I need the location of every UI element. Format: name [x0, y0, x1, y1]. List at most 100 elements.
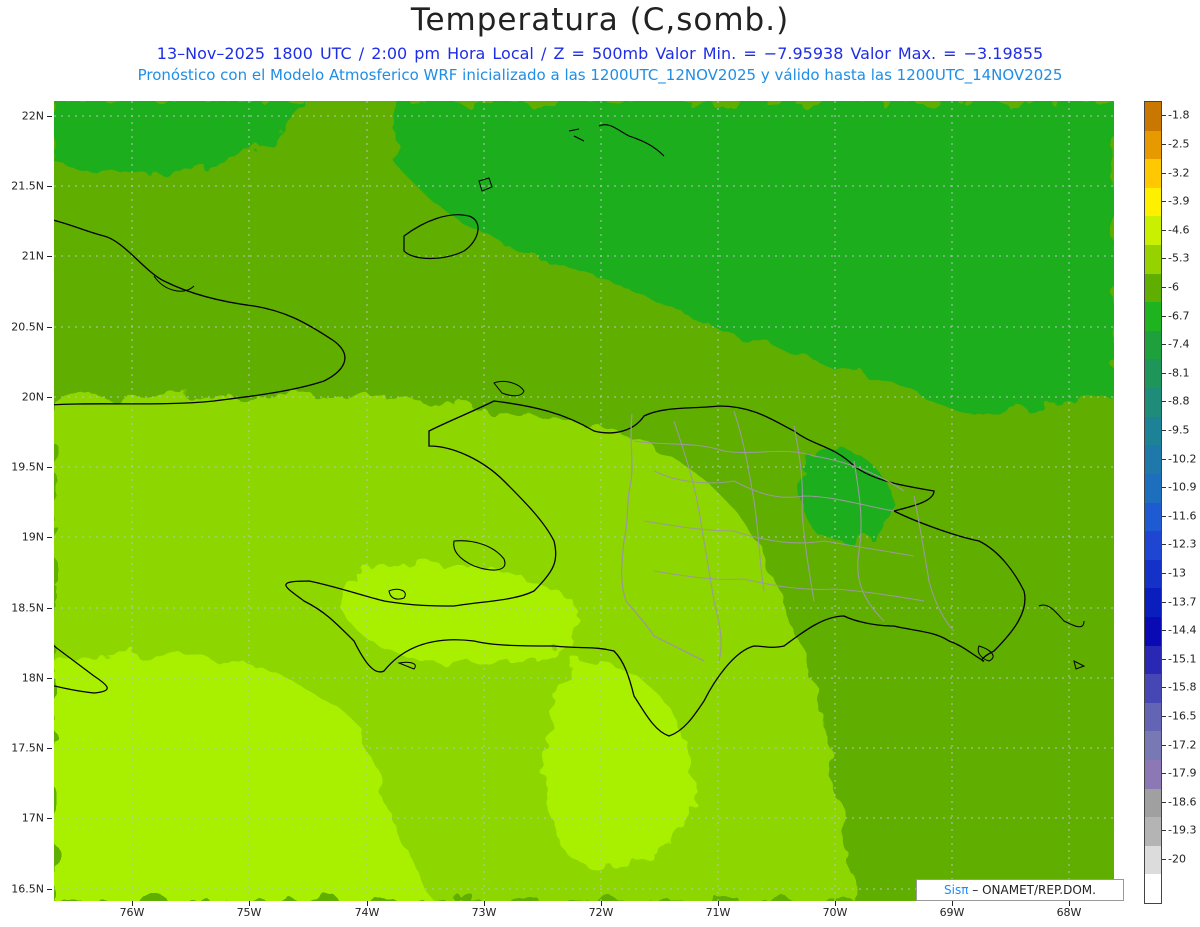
sispi-logo: Sisπ: [944, 883, 969, 897]
legend-tick: [1162, 229, 1166, 231]
legend-label: -8.8: [1168, 394, 1190, 408]
legend-swatch: [1145, 245, 1161, 275]
legend-swatch: [1145, 130, 1161, 160]
legend-tick: [1162, 315, 1166, 317]
y-tick: [47, 818, 52, 819]
y-tick: [47, 467, 52, 468]
legend-label: -20: [1168, 852, 1186, 866]
x-tick-label: 68W: [1056, 906, 1082, 919]
legend-label: -15.8: [1168, 680, 1197, 694]
credit-text: – ONAMET/REP.DOM.: [972, 883, 1096, 897]
legend-tick: [1162, 773, 1166, 775]
legend-tick: [1162, 286, 1166, 288]
legend-tick: [1162, 544, 1166, 546]
legend-swatch: [1145, 473, 1161, 503]
legend-label: -2.5: [1168, 137, 1190, 151]
legend-tick: [1162, 716, 1166, 718]
legend-label: -3.2: [1168, 166, 1190, 180]
legend-swatch: [1145, 759, 1161, 790]
y-tick: [47, 889, 52, 890]
y-axis: 22N 21.5N 21N 20.5N 20N 19.5N 19N 18.5N …: [0, 101, 52, 901]
legend-label: -5.3: [1168, 251, 1190, 265]
y-tick-label: 21.5N: [11, 179, 44, 193]
legend-swatch: [1145, 359, 1161, 389]
legend-tick: [1162, 630, 1166, 632]
y-tick: [47, 748, 52, 749]
x-tick-label: 72W: [588, 906, 614, 919]
legend-swatch: [1145, 645, 1161, 675]
y-tick-label: 21N: [21, 249, 44, 263]
temperature-map[interactable]: [54, 101, 1114, 901]
legend-label: -7.4: [1168, 337, 1190, 351]
legend-tick: [1162, 172, 1166, 174]
legend-label: -3.9: [1168, 194, 1190, 208]
legend-label: -13: [1168, 566, 1186, 580]
legend-label: -17.9: [1168, 766, 1197, 780]
legend-label: -10.2: [1168, 452, 1197, 466]
legend-swatch: [1145, 102, 1161, 132]
legend-tick: [1162, 458, 1166, 460]
legend-tick: [1162, 801, 1166, 803]
y-tick-label: 20.5N: [11, 320, 44, 334]
y-tick: [47, 537, 52, 538]
legend-tick: [1162, 601, 1166, 603]
legend-tick: [1162, 658, 1166, 660]
legend-tick: [1162, 429, 1166, 431]
legend-swatch: [1145, 559, 1161, 589]
legend-label: -4.6: [1168, 223, 1190, 237]
y-tick-label: 19N: [21, 530, 44, 544]
credit-label: Sisπ – ONAMET/REP.DOM.: [916, 879, 1124, 901]
y-tick: [47, 116, 52, 117]
forecast-info-line: 13–Nov–2025 1800 UTC / 2:00 pm Hora Loca…: [156, 44, 1044, 63]
legend-swatch: [1145, 616, 1161, 647]
legend-label: -9.5: [1168, 423, 1190, 437]
y-tick-label: 18N: [21, 671, 44, 685]
legend-swatch: [1145, 302, 1161, 332]
legend-tick: [1162, 201, 1166, 203]
legend-swatch: [1145, 845, 1161, 875]
legend-label: -18.6: [1168, 795, 1197, 809]
legend-label: -10.9: [1168, 480, 1197, 494]
x-tick-label: 69W: [939, 906, 965, 919]
y-tick-label: 17N: [21, 811, 44, 825]
y-tick-label: 22N: [21, 109, 44, 123]
color-legend: [1144, 101, 1162, 904]
legend-tick: [1162, 401, 1166, 403]
legend-swatch: [1145, 531, 1161, 561]
legend-label: -6: [1168, 280, 1179, 294]
legend-label: -11.6: [1168, 509, 1197, 523]
x-axis: 76W 75W 74W 73W 72W 71W 70W 69W 68W: [54, 901, 1114, 927]
y-tick-label: 19.5N: [11, 460, 44, 474]
legend-label: -19.3: [1168, 823, 1197, 837]
model-info-line: Pronóstico con el Modelo Atmosferico WRF…: [137, 66, 1063, 84]
legend-swatch: [1145, 874, 1161, 904]
legend-label: -14.4: [1168, 623, 1197, 637]
legend-label: -6.7: [1168, 309, 1190, 323]
legend-tick: [1162, 830, 1166, 832]
y-tick-label: 20N: [21, 390, 44, 404]
x-tick-label: 74W: [354, 906, 380, 919]
legend-tick: [1162, 143, 1166, 145]
legend-tick: [1162, 372, 1166, 374]
legend-swatch: [1145, 817, 1161, 847]
legend-swatch: [1145, 702, 1161, 732]
legend-swatch: [1145, 330, 1161, 360]
legend-tick: [1162, 859, 1166, 861]
legend-tick: [1162, 115, 1166, 117]
legend-tick: [1162, 344, 1166, 346]
x-tick-label: 76W: [119, 906, 145, 919]
legend-swatch: [1145, 502, 1161, 532]
legend-swatch: [1145, 187, 1161, 217]
x-tick-label: 75W: [236, 906, 262, 919]
y-tick: [47, 608, 52, 609]
y-tick-label: 18.5N: [11, 601, 44, 615]
legend-swatch: [1145, 588, 1161, 618]
legend-tick: [1162, 744, 1166, 746]
y-tick: [47, 327, 52, 328]
legend-tick: [1162, 515, 1166, 517]
y-tick: [47, 678, 52, 679]
legend-swatch: [1145, 788, 1161, 818]
legend-label: -15.1: [1168, 652, 1197, 666]
legend-label: -16.5: [1168, 709, 1197, 723]
legend-swatch: [1145, 674, 1161, 704]
